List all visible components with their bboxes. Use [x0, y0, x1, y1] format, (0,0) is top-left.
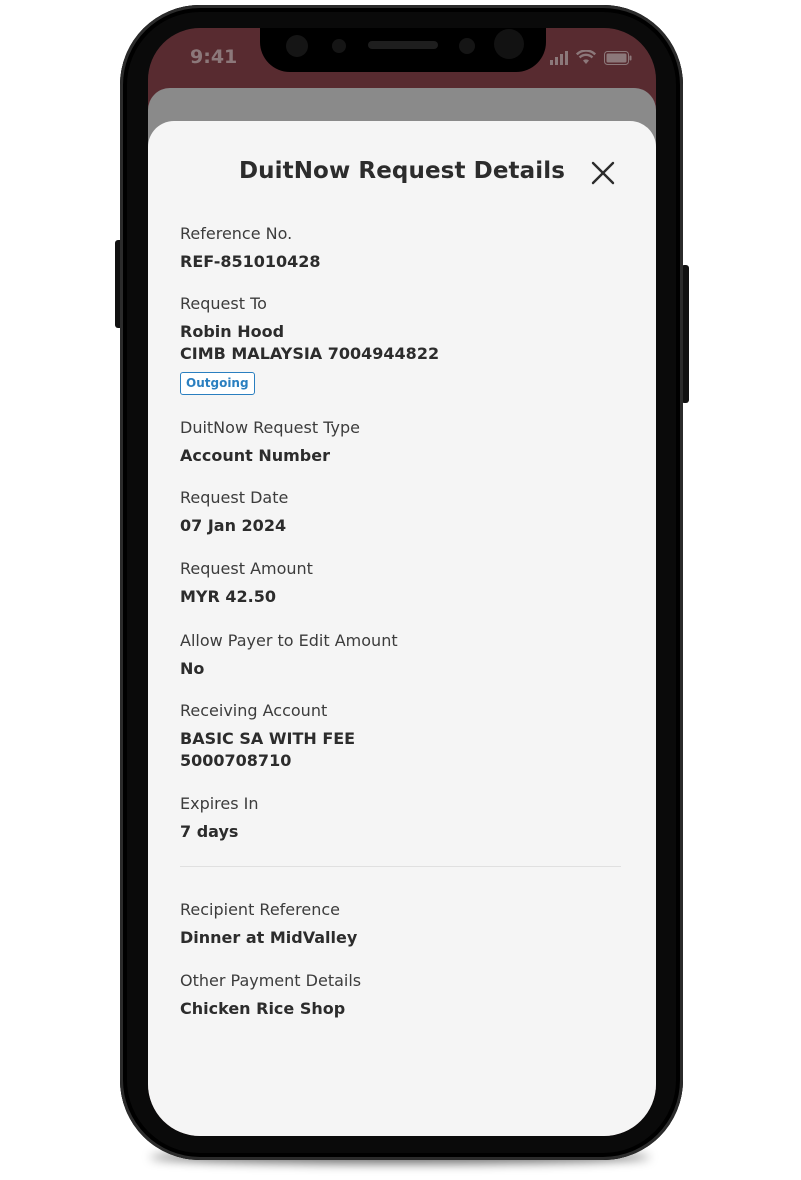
speaker-grille [368, 41, 438, 49]
phone-notch [260, 28, 546, 72]
reference-no-label: Reference No. [180, 224, 293, 243]
expires-in-label: Expires In [180, 794, 259, 813]
reference-no-value: REF-851010428 [180, 252, 321, 271]
allow-edit-value: No [180, 659, 205, 678]
close-button[interactable] [588, 158, 618, 188]
request-amount-label: Request Amount [180, 559, 313, 578]
status-badge: Outgoing [180, 372, 255, 395]
request-type-value: Account Number [180, 446, 330, 465]
close-icon [591, 161, 615, 185]
request-date-label: Request Date [180, 488, 289, 507]
request-type-label: DuitNow Request Type [180, 418, 360, 437]
sensor-icon [332, 39, 346, 53]
section-divider [180, 866, 621, 867]
other-payment-details-label: Other Payment Details [180, 971, 362, 990]
request-date-value: 07 Jan 2024 [180, 516, 287, 535]
other-payment-details-field: Other Payment Details Chicken Rice Shop [180, 971, 361, 1020]
camera-icon [494, 29, 524, 59]
receiving-account-number: 5000708710 [180, 751, 292, 770]
request-amount-value: MYR 42.50 [180, 587, 277, 606]
request-to-label: Request To [180, 294, 267, 313]
receiving-account-field: Receiving Account BASIC SA WITH FEE 5000… [180, 701, 355, 772]
sheet-title: DuitNow Request Details [238, 158, 566, 184]
receiving-account-name: BASIC SA WITH FEE [180, 729, 356, 748]
receiving-account-label: Receiving Account [180, 701, 328, 720]
reference-no-field: Reference No. REF-851010428 [180, 224, 321, 273]
allow-edit-label: Allow Payer to Edit Amount [180, 631, 398, 650]
request-details-sheet: DuitNow Request Details Reference No. RE… [148, 121, 656, 1136]
recipient-reference-field: Recipient Reference Dinner at MidValley [180, 900, 357, 949]
request-date-field: Request Date 07 Jan 2024 [180, 488, 288, 537]
allow-edit-field: Allow Payer to Edit Amount No [180, 631, 398, 680]
expires-in-value: 7 days [180, 822, 239, 841]
other-payment-details-value: Chicken Rice Shop [180, 999, 346, 1018]
expires-in-field: Expires In 7 days [180, 794, 259, 843]
request-amount-field: Request Amount MYR 42.50 [180, 559, 313, 608]
stage: 9:41 DuitNow Request Details Reference N… [0, 0, 801, 1180]
sensor-icon [286, 35, 308, 57]
recipient-reference-label: Recipient Reference [180, 900, 340, 919]
request-type-field: DuitNow Request Type Account Number [180, 418, 360, 467]
recipient-name: Robin Hood [180, 322, 285, 341]
sensor-icon [459, 38, 475, 54]
recipient-account: CIMB MALAYSIA 7004944822 [180, 344, 440, 363]
recipient-reference-value: Dinner at MidValley [180, 928, 358, 947]
request-to-field: Request To Robin Hood CIMB MALAYSIA 7004… [180, 294, 439, 395]
